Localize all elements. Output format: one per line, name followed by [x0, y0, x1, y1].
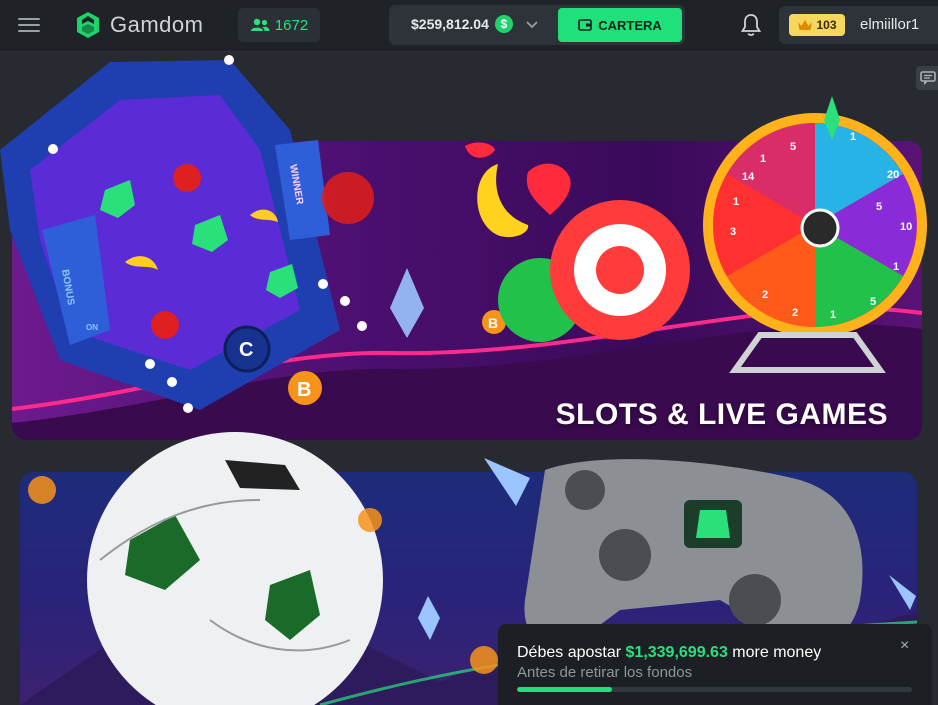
- wager-progress-fill: [517, 687, 612, 692]
- username: elmiillor1: [860, 16, 920, 33]
- banner-title: SLOTS & LIVE GAMES: [555, 398, 888, 431]
- slots-live-games-banner[interactable]: SLOTS & LIVE GAMES: [12, 141, 922, 440]
- wallet-icon: [578, 19, 593, 31]
- level-number: 103: [816, 18, 837, 32]
- menu-icon[interactable]: [18, 14, 40, 34]
- users-icon: [250, 18, 270, 31]
- wager-progress-bar: [517, 687, 912, 692]
- brand-logo[interactable]: Gamdom: [74, 10, 203, 40]
- close-icon[interactable]: ×: [900, 638, 914, 654]
- online-count: 1672: [274, 16, 309, 34]
- online-users-badge[interactable]: 1672: [238, 8, 320, 42]
- user-profile-button[interactable]: 103 elmiillor1: [779, 6, 938, 44]
- wager-subtitle: Antes de retirar los fondos: [517, 664, 693, 681]
- wager-amount: $1,339,699.63: [625, 644, 728, 661]
- level-badge: 103: [789, 14, 845, 36]
- currency-coin-icon: $: [495, 15, 513, 33]
- top-navigation-bar: Gamdom 1672 $259,812.04 $ CARTERA 103 el…: [0, 0, 938, 52]
- chevron-down-icon[interactable]: [525, 17, 539, 31]
- wallet-widget: $259,812.04 $ CARTERA: [389, 5, 685, 45]
- wager-message: Débes apostar $1,339,699.63 more money: [517, 644, 821, 662]
- brand-name: Gamdom: [110, 12, 204, 37]
- gamdom-logo-icon: [77, 12, 99, 38]
- balance-amount: $259,812.04: [411, 16, 489, 32]
- banner-background-art: [12, 306, 922, 440]
- chat-icon[interactable]: [916, 66, 938, 90]
- crown-icon: [798, 20, 813, 30]
- wager-prefix: Débes apostar: [517, 644, 622, 661]
- bell-icon[interactable]: [739, 12, 763, 38]
- wallet-button[interactable]: CARTERA: [558, 8, 682, 42]
- wager-requirement-toast: Débes apostar $1,339,699.63 more money A…: [498, 624, 932, 705]
- wallet-button-label: CARTERA: [598, 17, 662, 33]
- wager-suffix: more money: [732, 644, 822, 661]
